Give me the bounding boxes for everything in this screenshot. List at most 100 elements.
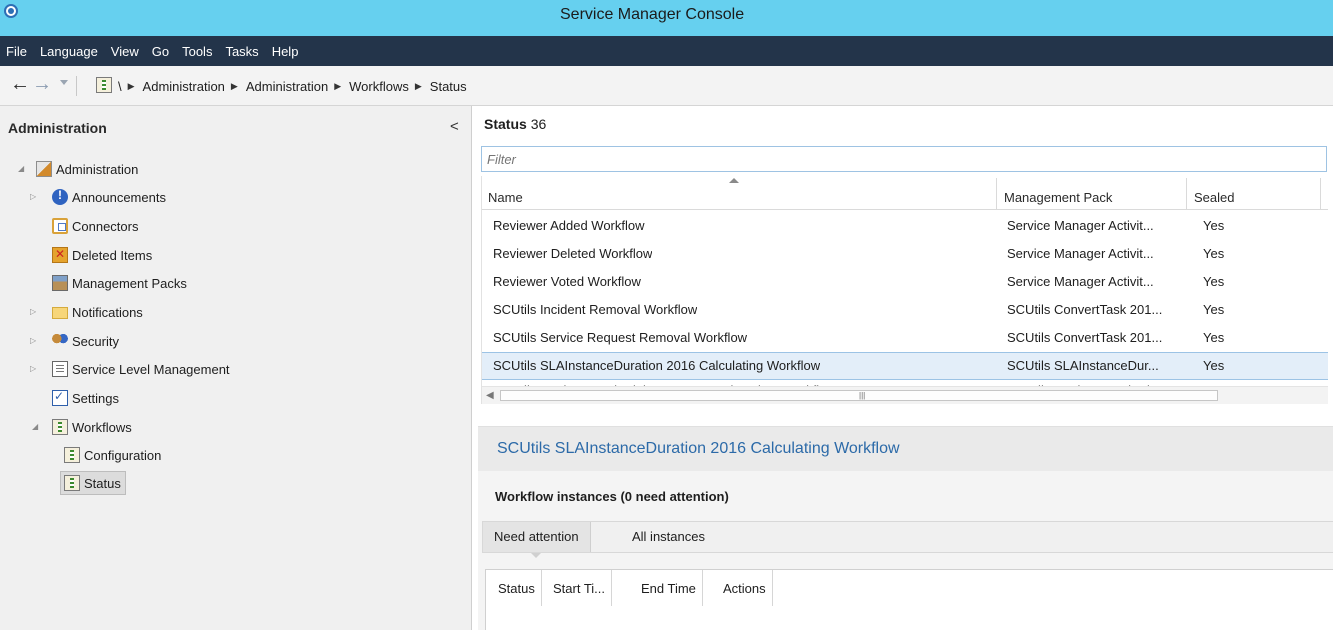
breadcrumb-administration-2[interactable]: Administration — [246, 79, 328, 94]
row-name: Reviewer Added Workflow — [493, 218, 645, 233]
instances-header: Workflow instances (0 need attention) — [495, 489, 729, 504]
view-header: Status 36 — [484, 116, 546, 132]
breadcrumb-administration[interactable]: Administration — [143, 79, 225, 94]
column-divider[interactable] — [996, 178, 997, 210]
tree-collapsed-icon[interactable]: ▷ — [30, 364, 36, 373]
tree-item-management-packs[interactable]: Management Packs — [52, 272, 187, 294]
column-header-start-time[interactable]: Start Ti... — [546, 570, 613, 606]
breadcrumb: \ ▶ Administration ▶ Administration ▶ Wo… — [118, 76, 473, 96]
workflow-icon — [96, 77, 112, 93]
tree-item-security[interactable]: Security — [52, 330, 119, 352]
forward-arrow-icon[interactable]: → — [32, 74, 52, 94]
column-header-status[interactable]: Status — [492, 570, 542, 606]
breadcrumb-arrow-icon[interactable]: ▶ — [231, 81, 238, 92]
pane-header: Administration < — [0, 116, 472, 140]
tree-collapsed-icon[interactable]: ▷ — [30, 307, 36, 316]
breadcrumb-arrow-icon[interactable]: ▶ — [334, 81, 341, 92]
menu-language[interactable]: Language — [40, 44, 98, 59]
column-header-name[interactable]: Name — [488, 190, 523, 205]
tree-collapsed-icon[interactable]: ▷ — [30, 192, 36, 201]
table-row[interactable]: Reviewer Voted Workflow Service Manager … — [482, 268, 1328, 296]
workflow-icon — [64, 475, 80, 491]
history-dropdown-icon[interactable] — [60, 80, 68, 85]
menu-bar: File Language View Go Tools Tasks Help — [0, 36, 1333, 66]
tree-item-connectors[interactable]: Connectors — [52, 215, 138, 237]
tree-expanded-icon[interactable]: ◢ — [32, 422, 38, 431]
tree-item-announcements[interactable]: Announcements — [52, 186, 166, 208]
scrollbar-thumb[interactable]: ||| — [500, 390, 1218, 401]
table-row[interactable]: SCUtils Service Request Removal Workflow… — [482, 324, 1328, 352]
table-row[interactable]: Reviewer Deleted Workflow Service Manage… — [482, 240, 1328, 268]
details-title: SCUtils SLAInstanceDuration 2016 Calcula… — [497, 440, 900, 457]
tree-item-configuration[interactable]: Configuration — [64, 444, 161, 466]
tree-item-label: Service Level Management — [72, 361, 230, 377]
navigation-bar: ← → \ ▶ Administration ▶ Administration … — [0, 66, 1333, 106]
column-header-management-pack[interactable]: Management Pack — [1004, 190, 1112, 205]
breadcrumb-workflows[interactable]: Workflows — [349, 79, 409, 94]
table-row[interactable]: Reviewer Added Workflow Service Manager … — [482, 212, 1328, 240]
tree-expanded-icon[interactable]: ◢ — [18, 164, 24, 173]
menu-file[interactable]: File — [6, 44, 27, 59]
workflow-icon — [52, 419, 68, 435]
tree-item-notifications[interactable]: Notifications — [52, 301, 143, 323]
tab-need-attention[interactable]: Need attention — [483, 522, 591, 558]
management-pack-icon — [52, 275, 68, 291]
breadcrumb-root[interactable]: \ — [118, 79, 122, 94]
table-row-selected[interactable]: SCUtils SLAInstanceDuration 2016 Calcula… — [482, 352, 1328, 380]
menu-tools[interactable]: Tools — [182, 44, 212, 59]
menu-view[interactable]: View — [111, 44, 139, 59]
tree-item-settings[interactable]: Settings — [52, 387, 119, 409]
sort-ascending-icon — [729, 178, 739, 183]
administration-icon — [36, 161, 52, 177]
tab-all-instances[interactable]: All instances — [621, 522, 716, 552]
tree-item-deleted-items[interactable]: Deleted Items — [52, 244, 152, 266]
navigation-pane: Administration < ◢ Administration ▷ Anno… — [0, 106, 472, 630]
column-header-end-time[interactable]: End Time — [634, 570, 703, 606]
row-sealed: Yes — [1203, 358, 1225, 373]
table-row[interactable]: SCUtils Incident Removal Workflow SCUtil… — [482, 296, 1328, 324]
checkbox-icon — [52, 389, 68, 406]
filter-input[interactable] — [482, 147, 1326, 171]
connector-icon — [52, 218, 68, 234]
column-header-actions[interactable]: Actions — [716, 570, 773, 606]
tree-item-status[interactable]: Status — [60, 471, 126, 495]
column-divider[interactable] — [1186, 178, 1187, 210]
column-divider[interactable] — [1320, 178, 1321, 210]
content-pane: Status 36 Name Management Pack Sealed Re… — [478, 106, 1333, 630]
details-pane: SCUtils SLAInstanceDuration 2016 Calcula… — [478, 426, 1333, 630]
breadcrumb-arrow-icon[interactable]: ▶ — [415, 81, 422, 92]
breadcrumb-arrow-icon[interactable]: ▶ — [128, 81, 135, 92]
scroll-left-icon[interactable]: ◀ — [486, 390, 494, 401]
instances-grid: Status Start Ti... End Time Actions — [485, 569, 1333, 630]
menu-help[interactable]: Help — [272, 44, 299, 59]
instance-tabs: Need attention All instances — [482, 521, 1333, 558]
tree-item-label: Settings — [72, 390, 119, 406]
envelope-icon — [52, 307, 68, 319]
document-icon — [52, 361, 68, 377]
row-management-pack: SCUtils SLAInstanceDur... — [1007, 358, 1159, 373]
tree-collapsed-icon[interactable]: ▷ — [30, 336, 36, 345]
title-bar: Service Manager Console — [0, 0, 1333, 36]
tree-item-administration[interactable]: Administration — [36, 158, 138, 180]
row-management-pack: Service Manager Activit... — [1007, 246, 1154, 261]
row-sealed: Yes — [1203, 274, 1225, 289]
horizontal-scrollbar[interactable]: ◀ ||| — [482, 386, 1328, 404]
tree-item-service-level-management[interactable]: Service Level Management — [52, 358, 230, 380]
row-management-pack: SCUtils ConvertTask 201... — [1007, 302, 1163, 317]
back-arrow-icon[interactable]: ← — [10, 74, 30, 94]
menu-tasks[interactable]: Tasks — [225, 44, 258, 59]
tree-item-workflows[interactable]: Workflows — [52, 416, 132, 438]
row-management-pack: Service Manager Activit... — [1007, 274, 1154, 289]
workflow-grid: Name Management Pack Sealed Reviewer Add… — [481, 176, 1328, 404]
filter-field[interactable] — [481, 146, 1327, 172]
row-sealed: Yes — [1203, 218, 1225, 233]
column-header-sealed[interactable]: Sealed — [1194, 190, 1234, 205]
menu-go[interactable]: Go — [152, 44, 169, 59]
tree-item-label: Deleted Items — [72, 247, 153, 263]
collapse-pane-button[interactable]: < — [450, 118, 459, 135]
announcement-icon — [52, 188, 68, 205]
breadcrumb-status[interactable]: Status — [430, 79, 467, 94]
view-title: Status — [484, 116, 527, 132]
tree-item-label: Workflows — [72, 419, 132, 435]
grip-icon: ||| — [859, 391, 866, 400]
